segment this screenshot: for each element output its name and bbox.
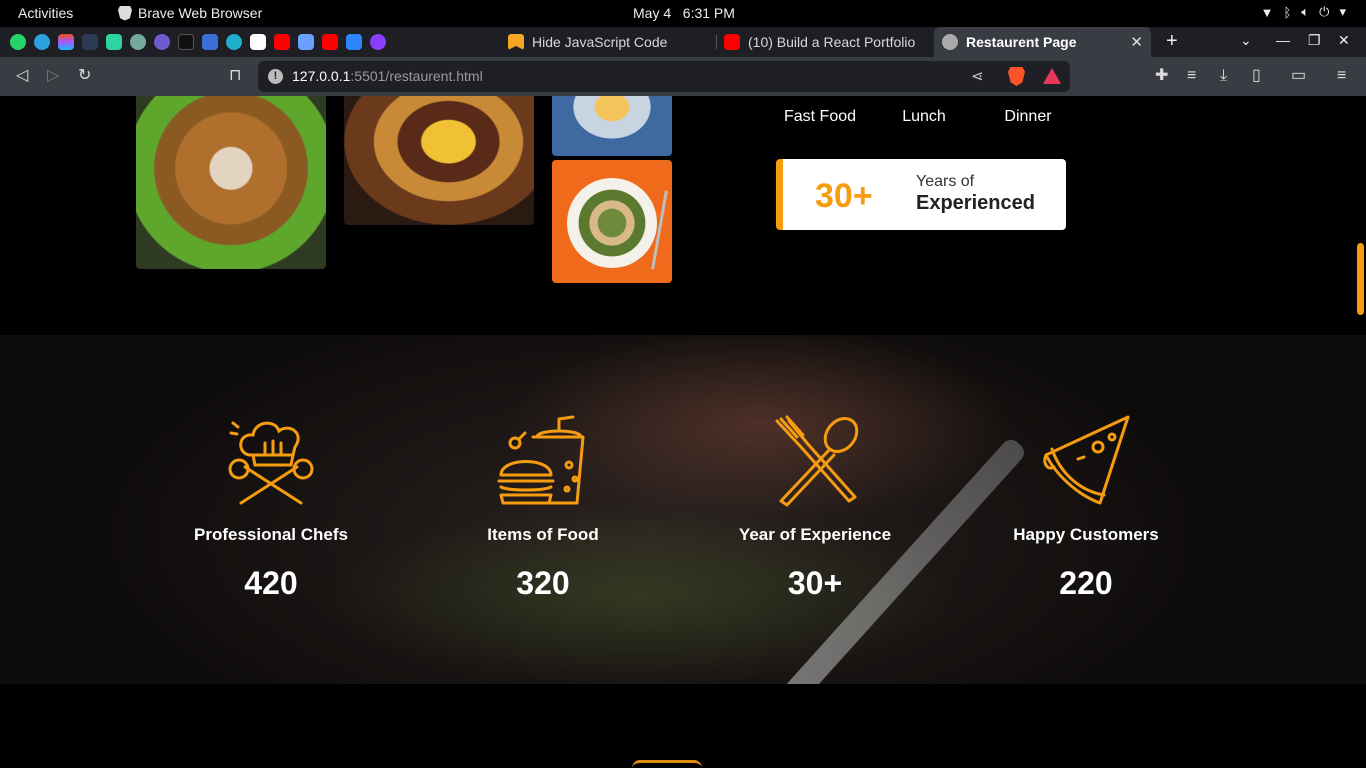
stat-happy-customers: Happy Customers 220 [976,415,1196,602]
page-viewport: Fast Food Lunch Dinner 30+ Years of Expe… [0,96,1366,768]
tab-react-portfolio[interactable]: (10) Build a React Portfolio [716,27,932,57]
chicken-tenders-photo [136,96,326,269]
category-lunch[interactable]: Lunch [872,108,976,126]
burger-drink-icon [497,415,585,505]
app-icon[interactable] [250,34,266,50]
app-icon[interactable] [346,34,362,50]
extension-icon[interactable] [82,34,98,50]
stat-label: Year of Experience [738,525,892,544]
stat-professional-chefs: Professional Chefs 420 [161,415,381,602]
app-icon[interactable] [154,34,170,50]
experience-line1: Years of [916,173,975,190]
stat-value: 320 [516,565,570,601]
date: May 4 [633,5,672,21]
fork-spoon-icon [775,415,859,507]
next-section-icon-peek [632,760,702,768]
globe-icon [942,34,958,50]
stat-label: Professional Chefs [194,525,348,544]
site-info-icon[interactable]: ! [268,69,283,84]
app-menu[interactable]: Brave Web Browser [118,5,262,21]
experience-card: 30+ Years of Experienced [776,159,1066,230]
stat-items-of-food: Items of Food 320 [433,415,653,602]
salad-plate-photo [552,160,672,283]
fries-plate-photo [552,96,672,156]
url-host: 127.0.0.1 [292,68,351,84]
stat-year-of-experience: Year of Experience 30+ [705,415,925,602]
app-icon[interactable] [106,34,122,50]
brave-rewards-icon[interactable] [1043,68,1061,84]
experience-value: 30+ [815,177,873,215]
wifi-icon: ▼ [1260,4,1274,20]
chevron-down-icon: ▾ [1339,4,1346,19]
experience-line2: Experienced [916,192,1035,214]
category-fast-food[interactable]: Fast Food [768,108,872,126]
forward-button[interactable]: ▷ [47,66,59,86]
time: 6:31 PM [682,5,735,21]
pinned-tabs [10,34,386,50]
telegram-icon[interactable] [34,34,50,50]
app-name: Brave Web Browser [138,5,263,21]
close-window-button[interactable]: ✕ [1338,32,1350,49]
docs-icon[interactable] [202,34,218,50]
url-path: :5501/restaurent.html [350,68,483,84]
brave-icon [118,5,132,21]
clock[interactable]: May 4 6:31 PM [633,5,735,21]
chef-hat-icon [228,421,314,505]
reload-button[interactable]: ↻ [78,66,91,86]
chatgpt-icon[interactable] [130,34,146,50]
new-tab-button[interactable]: + [1166,30,1178,53]
tab-title: Restaurent Page [966,34,1077,50]
burger-photo [344,96,534,225]
url-text[interactable]: 127.0.0.1:5501/restaurent.html [292,68,483,84]
stat-label: Items of Food [487,525,599,544]
volume-icon: 🔈︎ [1301,4,1310,19]
close-icon[interactable]: ✕ [1130,33,1143,51]
tab-strip: Hide JavaScript Code (10) Build a React … [0,27,1366,57]
pizza-slice-icon [1043,415,1130,505]
category-dinner[interactable]: Dinner [976,108,1080,126]
plate [567,178,657,268]
bookmark-icon [508,34,524,50]
tab-title: (10) Build a React Portfolio [748,34,916,50]
category-list: Fast Food Lunch Dinner [768,108,1080,126]
app-icon[interactable] [298,34,314,50]
tab-hide-javascript[interactable]: Hide JavaScript Code [500,27,715,57]
bluetooth-icon: ᛒ [1283,4,1292,20]
play-icon[interactable] [226,34,242,50]
share-icon[interactable]: ⋖ [971,67,984,85]
stat-value: 30+ [787,565,843,601]
back-button[interactable]: ◁ [16,66,28,86]
tab-restaurent-page[interactable]: Restaurent Page ✕ [934,27,1151,57]
stats-section: Professional Chefs 420 Items of Food 320 [0,335,1366,684]
minimize-button[interactable]: — [1276,32,1290,48]
wallet-icon[interactable]: ▭ [1291,66,1306,86]
stat-value: 220 [1059,565,1113,601]
maximize-button[interactable]: ❐ [1308,32,1321,49]
system-tray[interactable]: ▼ ᛒ 🔈︎ ⏻ ▾ [1261,4,1346,20]
sidebar-icon[interactable]: ▯ [1252,66,1261,86]
page-scrollbar[interactable] [1357,243,1364,315]
app-icon[interactable] [178,34,194,50]
address-bar[interactable]: ! 127.0.0.1:5501/restaurent.html ⋖ [258,61,1070,92]
system-top-bar: Activities Brave Web Browser May 4 6:31 … [0,0,1366,27]
menu-icon[interactable]: ≡ [1337,66,1346,86]
youtube-icon[interactable] [322,34,338,50]
stat-value: 420 [244,565,298,601]
tab-list-chevron-icon[interactable]: ⌄ [1240,32,1252,49]
brave-shields-icon[interactable] [1008,67,1025,86]
playlist-icon[interactable]: ≡ [1187,66,1196,86]
downloads-icon[interactable]: ⤓ [1220,66,1227,86]
tab-title: Hide JavaScript Code [532,34,668,50]
youtube-icon [724,34,740,50]
extensions-icon[interactable]: ✚ [1155,66,1168,86]
stat-label: Happy Customers [1013,525,1159,544]
app-icon[interactable] [370,34,386,50]
whatsapp-icon[interactable] [10,34,26,50]
figma-icon[interactable] [58,34,74,50]
activities-button[interactable]: Activities [18,5,73,21]
youtube-icon[interactable] [274,34,290,50]
bookmark-page-icon[interactable]: ⊓ [229,66,241,86]
power-icon: ⏻ [1319,4,1330,19]
browser-toolbar: ◁ ▷ ↻ ⊓ ! 127.0.0.1:5501/restaurent.html… [0,57,1366,96]
